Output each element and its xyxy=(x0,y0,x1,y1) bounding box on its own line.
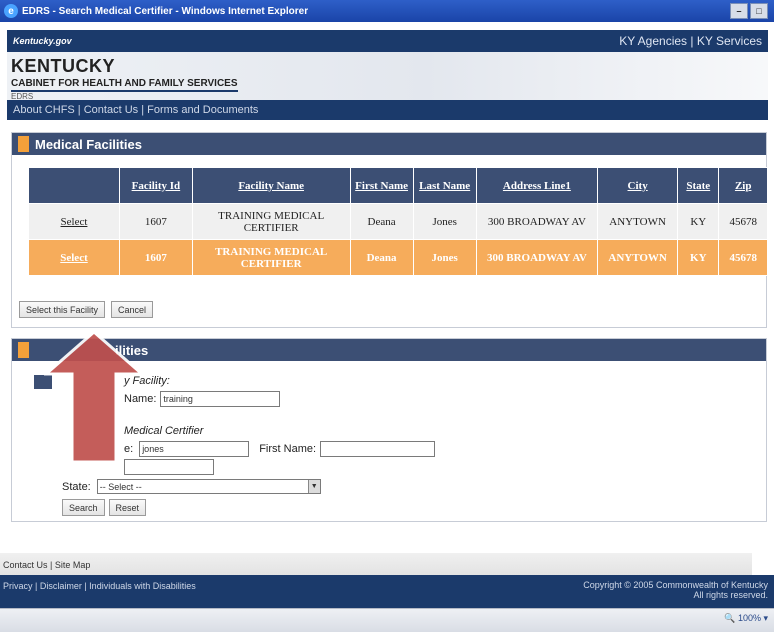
facility-name-input[interactable]: training xyxy=(160,391,281,407)
facilities-table: Facility Id Facility Name First Name Las… xyxy=(28,167,768,276)
col-state[interactable]: State xyxy=(677,167,720,204)
cell-facility-id: 1607 xyxy=(119,239,193,276)
window-title: EDRS - Search Medical Certifier - Window… xyxy=(22,5,309,17)
cell-zip: 45678 xyxy=(718,203,768,240)
rights-text: All rights reserved. xyxy=(693,590,768,600)
col-address[interactable]: Address Line1 xyxy=(475,167,599,204)
select-link[interactable]: Select xyxy=(60,252,87,264)
cabinet-title: CABINET FOR HEALTH AND FAMILY SERVICES xyxy=(11,78,238,92)
reset-button[interactable]: Reset xyxy=(108,499,147,516)
zoom-level: 100% xyxy=(737,613,761,623)
header-topbar: Kentucky.gov KY Agencies | KY Services xyxy=(7,30,768,52)
select-this-facility-button[interactable]: Select this Facility xyxy=(19,301,106,318)
header-nav: About CHFS | Contact Us | Forms and Docu… xyxy=(7,100,768,120)
chevron-down-icon[interactable]: ▼ xyxy=(307,480,320,493)
panel-tag-icon xyxy=(18,342,29,358)
cell-zip: 45678 xyxy=(718,239,768,276)
footer-links[interactable]: Contact Us | Site Map xyxy=(0,553,752,577)
status-bar: 🔍 100% ▾ xyxy=(0,608,774,632)
cell-state: KY xyxy=(677,203,720,240)
header-banner: KENTUCKY CABINET FOR HEALTH AND FAMILY S… xyxy=(7,52,768,101)
state-select[interactable]: -- Select -- ▼ xyxy=(96,479,321,494)
close-icon[interactable]: □ xyxy=(750,3,768,19)
cell-city: ANYTOWN xyxy=(597,239,679,276)
col-select xyxy=(28,167,120,204)
cell-facility-id: 1607 xyxy=(119,203,193,240)
first-name-label: First Name: xyxy=(259,443,317,455)
cell-first-name: Deana xyxy=(349,239,414,276)
kentucky-gov-logo[interactable]: Kentucky.gov xyxy=(13,36,72,46)
site-header: Kentucky.gov KY Agencies | KY Services K… xyxy=(7,30,768,122)
last-name-input[interactable]: jones xyxy=(139,441,250,457)
nav-about-link[interactable]: About CHFS xyxy=(13,104,75,116)
footer-copyright: Copyright © 2005 Commonwealth of Kentuck… xyxy=(583,580,768,600)
zoom-icon[interactable]: 🔍 100% ▾ xyxy=(724,613,768,624)
ie-icon: e xyxy=(4,4,18,18)
cell-facility-name: TRAINING MEDICAL CERTIFIER xyxy=(191,239,351,276)
minimize-icon[interactable]: – xyxy=(730,3,748,19)
cell-state: KY xyxy=(677,239,720,276)
cell-address: 300 BROADWAY AV xyxy=(475,203,599,240)
copyright-text: Copyright © 2005 Commonwealth of Kentuck… xyxy=(583,580,768,590)
select-link[interactable]: Select xyxy=(61,216,88,228)
footer-policies[interactable]: Privacy | Disclaimer | Individuals with … xyxy=(3,581,196,591)
table-row: Select 1607 TRAINING MEDICAL CERTIFIER D… xyxy=(28,203,768,240)
nav-separator: | xyxy=(138,104,148,116)
cell-address: 300 BROADWAY AV xyxy=(475,239,599,276)
state-label: State: xyxy=(62,480,91,493)
cell-last-name: Jones xyxy=(412,239,477,276)
state-title: KENTUCKY xyxy=(11,56,116,76)
certifier-name-row: e: jones First Name: xyxy=(124,441,436,457)
cell-first-name: Deana xyxy=(349,203,414,240)
panel-tag-icon xyxy=(18,136,29,152)
col-city[interactable]: City xyxy=(597,167,679,204)
table-row-selected: Select 1607 TRAINING MEDICAL CERTIFIER D… xyxy=(28,239,768,276)
state-row: State: -- Select -- ▼ xyxy=(62,479,321,494)
first-name-input[interactable] xyxy=(320,441,436,457)
footer-bar: Privacy | Disclaimer | Individuals with … xyxy=(0,575,774,608)
col-facility-name[interactable]: Facility Name xyxy=(191,167,351,204)
ky-services-link[interactable]: KY Services xyxy=(697,34,762,48)
agencies-services-links: KY Agencies | KY Services xyxy=(619,34,762,48)
panel-header: Medical Facilities xyxy=(12,133,766,155)
separator: | xyxy=(690,34,694,48)
panel-title: Medical Facilities xyxy=(35,136,142,152)
col-last-name[interactable]: Last Name xyxy=(412,167,477,204)
nav-separator: | xyxy=(74,104,84,116)
col-facility-id[interactable]: Facility Id xyxy=(119,167,193,204)
state-select-value: -- Select -- xyxy=(99,481,142,492)
up-arrow-icon xyxy=(44,330,144,464)
col-zip[interactable]: Zip xyxy=(718,167,768,204)
ky-agencies-link[interactable]: KY Agencies xyxy=(619,34,687,48)
cell-last-name: Jones xyxy=(412,203,477,240)
app-name: EDRS xyxy=(11,92,34,101)
cell-facility-name: TRAINING MEDICAL CERTIFIER xyxy=(191,203,351,240)
window-titlebar: e EDRS - Search Medical Certifier - Wind… xyxy=(0,0,774,22)
cell-city: ANYTOWN xyxy=(597,203,679,240)
nav-contact-link[interactable]: Contact Us xyxy=(84,104,138,116)
nav-forms-link[interactable]: Forms and Documents xyxy=(147,104,258,116)
col-first-name[interactable]: First Name xyxy=(349,167,414,204)
search-button[interactable]: Search xyxy=(62,499,105,516)
medical-facilities-panel: Medical Facilities Facility Id Facility … xyxy=(11,132,768,328)
search-buttons: Search Reset xyxy=(62,499,147,516)
facility-name-row: Name: training xyxy=(124,391,281,407)
cancel-button[interactable]: Cancel xyxy=(111,301,154,318)
